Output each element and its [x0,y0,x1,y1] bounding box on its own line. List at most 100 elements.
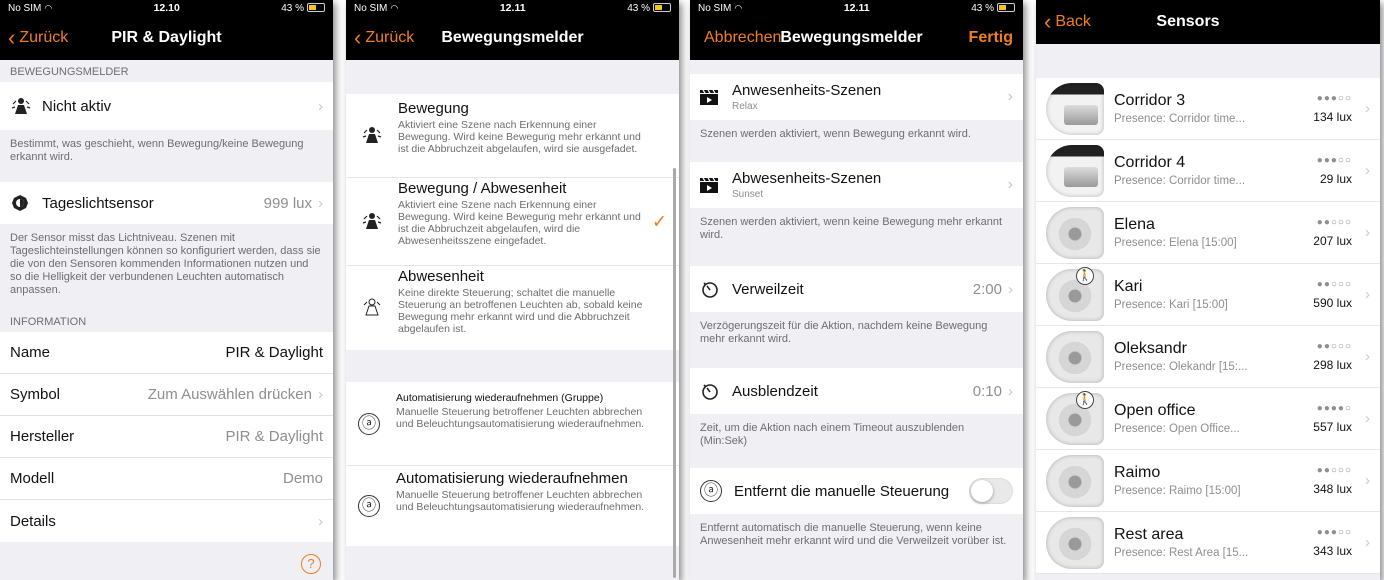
battery-icon [996,3,1015,13]
cancel-button[interactable]: Abbrechen [704,29,781,47]
info-row-manufacturer: Hersteller PIR & Daylight [0,416,333,458]
done-button[interactable]: Fertig [969,29,1013,47]
sensor-stats: ●●○○○ 348 lux [1313,465,1352,496]
sensor-stats: ●●●○○ 343 lux [1313,527,1352,558]
option-resume-automation[interactable]: ⓐ Automatisierung wiederaufnehmen Manuel… [346,466,679,546]
sensor-name: Open office [1114,402,1196,419]
sensor-lux: 134 lux [1313,110,1352,124]
sensor-thumbnail-wrap [1046,330,1104,383]
remove-manual-control-toggle[interactable] [969,478,1013,504]
manual-footer: Entfernt automatisch die manuelle Steuer… [700,522,1007,547]
sensor-text: Kari Presence: Kari [15:00] [1114,278,1228,311]
fade-time-cell[interactable]: Ausblendzeit 0:10 › [690,368,1023,414]
motion-mode-cell[interactable]: Nicht aktiv › [0,82,333,130]
sensor-lux: 343 lux [1313,544,1352,558]
fade-time-value: 0:10 [972,382,1002,400]
sensor-thumbnail-wrap [1046,516,1104,569]
option-resume-automation-group[interactable]: ⓐ Automatisierung wiederaufnehmen (Grupp… [346,382,679,466]
motion-mode-label: Nicht aktiv [42,97,112,115]
clapperboard-icon [700,89,718,105]
chevron-left-icon: ‹ [354,25,362,50]
sensor-name: Corridor 4 [1114,154,1186,171]
sensor-lux: 590 lux [1313,296,1352,310]
screen-pir-daylight: No SIM ◠ 12.10 43 % ‹ Zurück PIR & Dayligh… [0,0,333,580]
automation-icon: ⓐ [358,412,380,435]
battery-icon [307,3,325,13]
option-absence[interactable]: Abwesenheit Keine direkte Steuerung; sch… [346,266,679,350]
sensor-presence: Presence: Kari [15:00] [1114,299,1228,311]
chevron-right-icon: › [1365,410,1370,427]
back-button[interactable]: ‹ Zurück [8,27,68,49]
info-label: Modell [10,470,55,487]
signal-strength: ●●●○○ [1316,527,1352,538]
sensor-list: Corridor 3 Presence: Corridor time... ●●●○… [1036,44,1380,580]
option-motion-absence[interactable]: Bewegung / Abwesenheit Aktiviert eine Sz… [346,178,679,266]
brightness-icon [10,193,30,213]
option-title: Bewegung / Abwesenheit [398,180,567,197]
sensor-row[interactable]: 🚶 Open office Presence: Open Office... ●●●●… [1036,388,1380,450]
option-title: Abwesenheit [398,268,484,285]
people-icon [362,125,384,147]
signal-strength: ●●○○○ [1316,465,1352,476]
back-button[interactable]: ‹ Back [1044,11,1091,33]
sensor-row[interactable]: Elena Presence: Elena [15:00] ●●○○○ 207 lux… [1036,202,1380,264]
daylight-sensor-cell[interactable]: Tageslichtsensor 999 lux › [0,182,333,224]
screen-motion-detector-settings: No SIM ◠ 12.11 43 % Abbrechen Bewegungsme… [690,0,1023,580]
sensor-presence: Presence: Rest Area [15... [1114,547,1249,559]
option-description: Aktiviert eine Szene nach Erkennung eine… [398,119,641,155]
sensor-thumbnail [1046,392,1104,445]
sensor-stats: ●●○○○ 298 lux [1313,341,1352,372]
automation-icon: ⓐ [700,480,722,502]
chevron-right-icon: › [318,386,323,403]
sensor-name: Elena [1114,216,1155,233]
battery-percent: 43 % [627,2,650,14]
sensor-row[interactable]: Corridor 4 Presence: Corridor time... ●●●○… [1036,140,1380,202]
presence-footer: Szenen werden aktiviert, wenn Bewegung e… [700,128,971,140]
chevron-right-icon: › [1007,88,1013,105]
chevron-right-icon: › [1365,162,1370,179]
chevron-right-icon: › [1365,472,1370,489]
sensor-presence: Presence: Raimo [15:00] [1114,485,1241,497]
presence-scenes-cell[interactable]: Anwesenheits-Szenen Relax › [690,74,1023,120]
daylight-footer: Der Sensor misst das Lichtniveau. Szenen… [10,232,321,296]
sensor-name: Corridor 3 [1114,92,1186,109]
option-description: Keine direkte Steuerung; schaltet die ma… [398,287,643,335]
signal-strength: ●●●○○ [1316,155,1352,166]
back-button[interactable]: ‹ Zurück [354,27,414,49]
daylight-label: Tageslichtsensor [42,194,154,212]
sensor-presence: Presence: Corridor time... [1114,113,1246,125]
clock: 12.10 [153,2,180,14]
dwell-time-cell[interactable]: Verweilzeit 2:00 › [690,266,1023,312]
absence-scenes-cell[interactable]: Abwesenheits-Szenen Sunset › [690,162,1023,208]
clock: 12.11 [843,2,870,14]
sensor-row[interactable]: 🚶 Kari Presence: Kari [15:00] ●●○○○ 590 lux › [1036,264,1380,326]
help-button[interactable]: ? [301,554,321,574]
option-motion[interactable]: Bewegung Aktiviert eine Szene nach Erken… [346,94,679,178]
sensor-thumbnail-wrap [1046,82,1104,135]
info-row-symbol[interactable]: Symbol Zum Auswählen drücken › [0,374,333,416]
sensor-row[interactable]: Rest area Presence: Rest Area [15... ●●●○○… [1036,512,1380,574]
sensor-row[interactable]: Oleksandr Presence: Olekandr [15:... ●●○○○… [1036,326,1380,388]
wifi-icon: ◠ [734,2,743,13]
sensor-text: Open office Presence: Open Office... [1114,402,1240,435]
info-row-details[interactable]: Details › [0,500,333,542]
info-value: Zum Auswählen drücken [147,386,312,403]
info-row-name: Name PIR & Daylight [0,332,333,374]
back-label: Zurück [365,29,415,46]
sensor-thumbnail-wrap [1046,206,1104,259]
back-label: Zurück [19,29,69,46]
signal-strength: ●●●●○ [1316,403,1352,414]
sensor-lux: 298 lux [1313,358,1352,372]
mode-list: Bewegung Aktiviert eine Szene nach Erken… [346,60,679,580]
sensor-row[interactable]: Raimo Presence: Raimo [15:00] ●●○○○ 348 lux… [1036,450,1380,512]
nav-bar: ‹ Zurück PIR & Daylight [0,16,333,60]
sensor-thumbnail-wrap [1046,454,1104,507]
scrollbar[interactable] [673,168,676,578]
sensor-stats: ●●○○○ 590 lux [1313,279,1352,310]
chevron-right-icon: › [1365,348,1370,365]
info-value: PIR & Daylight [225,344,323,361]
chevron-right-icon: › [1365,534,1370,551]
sensor-row[interactable]: Corridor 3 Presence: Corridor time... ●●●○… [1036,78,1380,140]
